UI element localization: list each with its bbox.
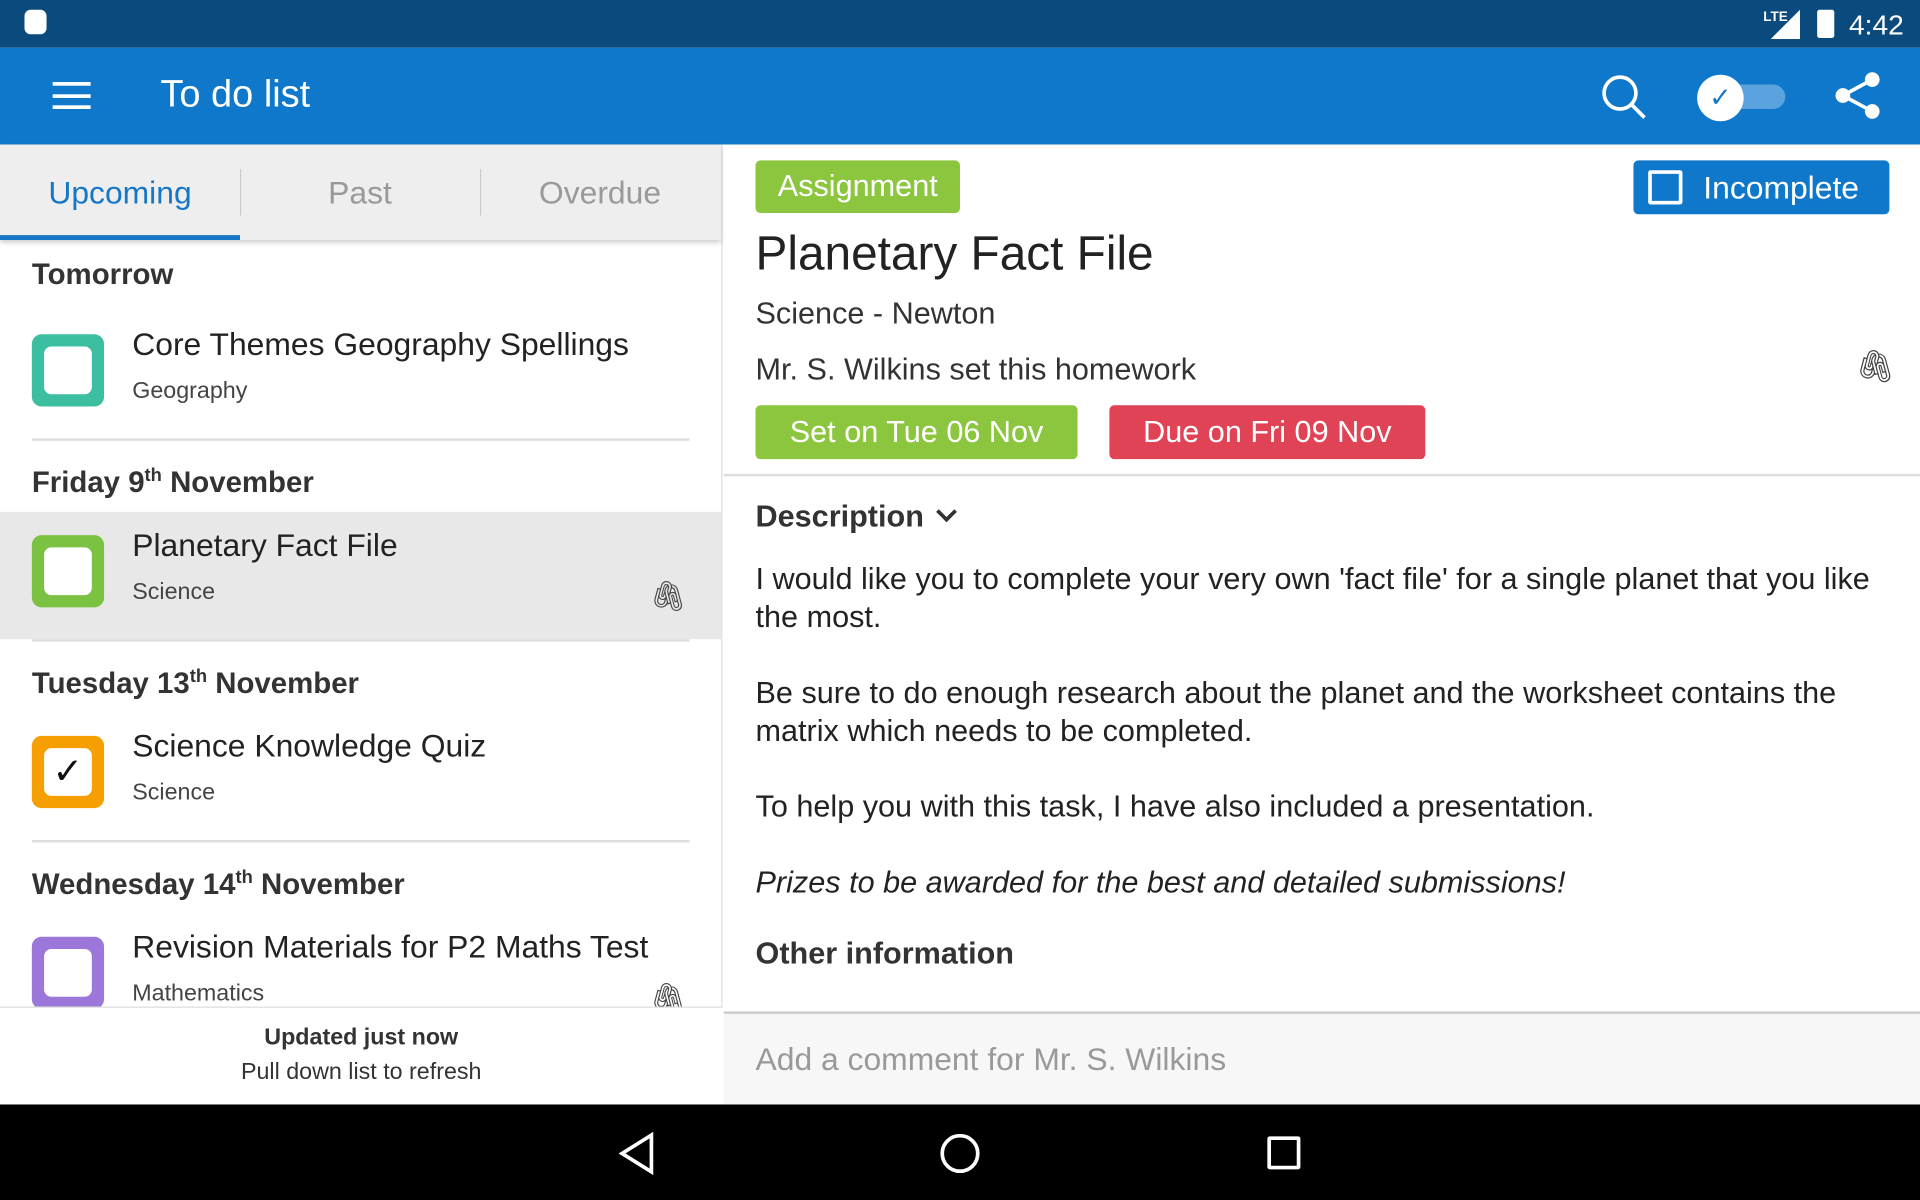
search-icon[interactable] xyxy=(1599,72,1648,121)
tab-bar: Upcoming Past Overdue xyxy=(0,144,722,241)
tab-upcoming[interactable]: Upcoming xyxy=(0,144,241,241)
item-subject: Mathematics xyxy=(132,980,265,1007)
clock: 4:42 xyxy=(1848,8,1904,41)
description-italic: Prizes to be awarded for the best and de… xyxy=(755,865,1566,901)
list-item[interactable]: Planetary Fact File Science 🖇 xyxy=(0,511,722,640)
page-title: To do list xyxy=(160,72,311,116)
description-paragraph: To help you with this task, I have also … xyxy=(755,789,1595,825)
incomplete-label: Incomplete xyxy=(1703,168,1860,206)
assignment-badge: Assignment xyxy=(755,160,961,214)
due-date-badge: Due on Fri 09 Nov xyxy=(1109,405,1426,460)
description-body: I would like you to complete your very o… xyxy=(756,561,1895,974)
status-bar: LTE 4:42 xyxy=(0,0,1920,48)
date-group-header: Tomorrow xyxy=(31,258,174,292)
item-title: Planetary Fact File xyxy=(132,526,398,564)
date-group-header: Friday 9th November xyxy=(31,465,314,500)
item-title: Core Themes Geography Spellings xyxy=(132,325,629,363)
tab-overdue[interactable]: Overdue xyxy=(480,144,720,240)
todo-list-pane: Upcoming Past Overdue Tomorrow Core Theme… xyxy=(0,144,723,1105)
comment-input[interactable]: Add a comment for Mr. S. Wilkins xyxy=(723,1011,1920,1105)
checkbox-icon xyxy=(1648,170,1683,205)
list-item[interactable]: Revision Materials for P2 Maths Test Math… xyxy=(0,913,721,1007)
item-subject: Science xyxy=(132,579,216,605)
other-information-heading: Other information xyxy=(755,936,1015,972)
date-group-header: Wednesday 14th November xyxy=(31,866,405,902)
description-paragraph: I would like you to complete your very o… xyxy=(755,562,1870,635)
set-date-badge: Set on Tue 06 Nov xyxy=(755,405,1078,460)
completion-checkbox[interactable] xyxy=(31,936,105,1007)
item-title: Revision Materials for P2 Maths Test xyxy=(132,928,649,965)
attachment-icon: 🖇 xyxy=(649,982,687,1007)
home-icon[interactable] xyxy=(940,1133,980,1174)
list-item[interactable]: Core Themes Geography Spellings Geography xyxy=(0,311,721,438)
description-toggle[interactable]: Description xyxy=(755,499,958,536)
list-item[interactable]: ✓ Science Knowledge Quiz Science xyxy=(0,713,721,840)
date-group-header: Tuesday 13th November xyxy=(31,666,359,701)
updated-text: Updated just now xyxy=(264,1024,459,1051)
completion-checkbox[interactable] xyxy=(31,535,105,608)
divider xyxy=(723,473,1920,477)
menu-icon[interactable] xyxy=(52,82,91,109)
homework-detail: Assignment Incomplete Planetary Fact Fil… xyxy=(723,144,1920,1105)
check-icon: ✓ xyxy=(52,751,84,793)
battery-icon xyxy=(1817,9,1835,38)
item-subject: Science xyxy=(132,780,216,806)
share-icon[interactable] xyxy=(1832,70,1883,121)
recents-icon[interactable] xyxy=(1267,1136,1301,1170)
completed-toggle[interactable]: ✓ xyxy=(1697,74,1786,122)
description-paragraph: Be sure to do enough research about the … xyxy=(755,675,1837,749)
android-icon xyxy=(24,9,47,35)
refresh-footer: Updated just now Pull down list to refre… xyxy=(0,1006,723,1105)
completion-checkbox[interactable]: ✓ xyxy=(31,735,105,809)
signal-strength-icon xyxy=(1770,9,1801,40)
completion-checkbox[interactable] xyxy=(31,334,105,407)
chevron-down-icon xyxy=(936,501,958,523)
tab-past[interactable]: Past xyxy=(240,144,480,240)
incomplete-button[interactable]: Incomplete xyxy=(1633,160,1890,215)
refresh-hint: Pull down list to refresh xyxy=(240,1059,482,1085)
check-icon: ✓ xyxy=(1697,74,1744,122)
homework-list[interactable]: Tomorrow Core Themes Geography Spellings G… xyxy=(0,240,722,1007)
item-subject: Geography xyxy=(132,378,248,405)
back-icon[interactable] xyxy=(617,1131,659,1176)
navigation-bar xyxy=(0,1104,1920,1200)
app-bar: To do list ✓ xyxy=(0,47,1920,145)
description-label: Description xyxy=(755,499,924,534)
detail-title: Planetary Fact File xyxy=(755,227,1154,281)
teacher-text: Mr. S. Wilkins set this homework xyxy=(755,352,1197,387)
item-title: Science Knowledge Quiz xyxy=(132,727,487,765)
attachment-icon[interactable]: 🖇 xyxy=(1855,348,1895,386)
class-name: Science - Newton xyxy=(755,296,996,331)
attachment-icon: 🖇 xyxy=(649,580,687,614)
